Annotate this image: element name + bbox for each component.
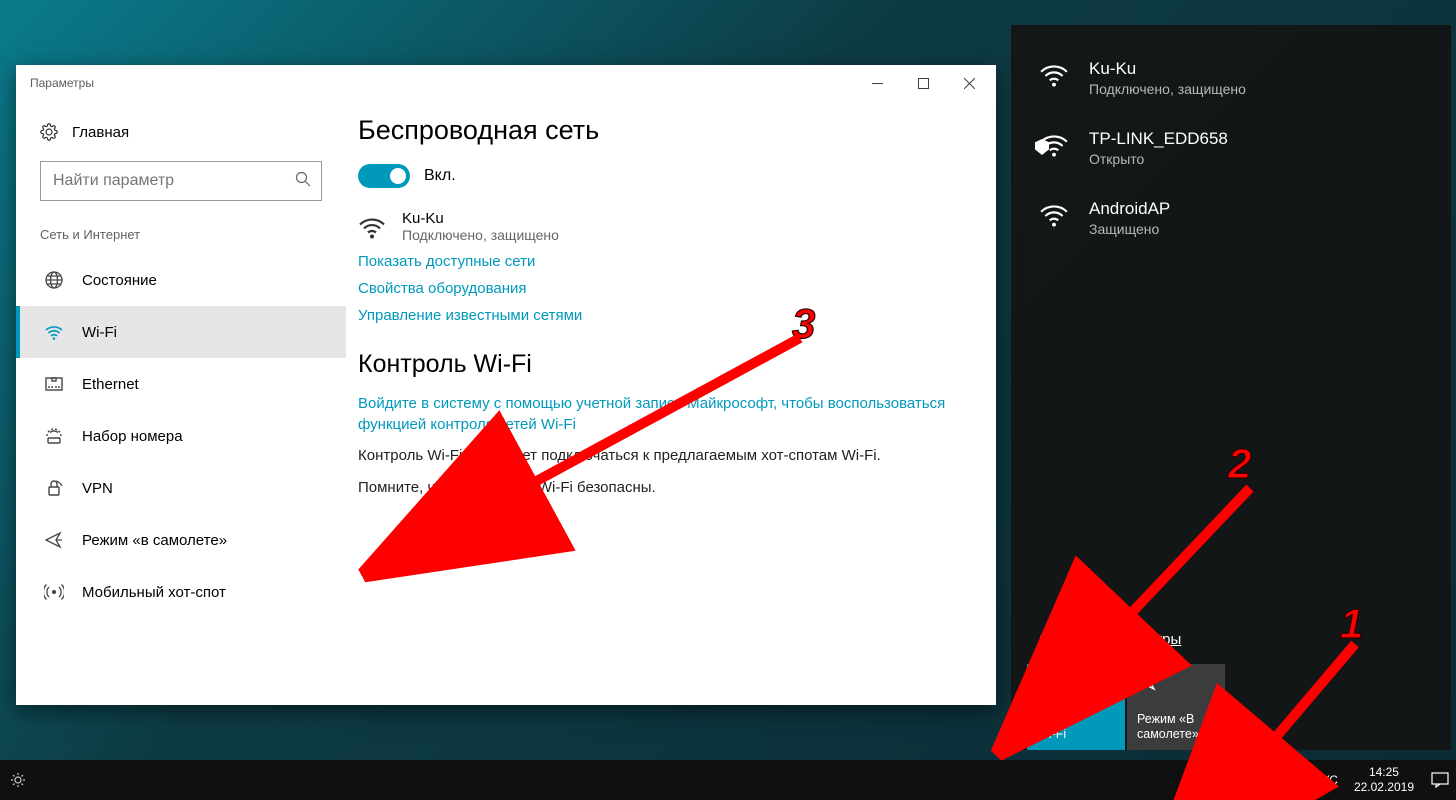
maximize-icon [918, 78, 929, 89]
flyout-network-settings-link[interactable]: Сетевые параметры [1011, 631, 1451, 664]
minimize-button[interactable] [854, 65, 900, 101]
clock-date: 22.02.2019 [1354, 780, 1414, 795]
taskbar: РУС 14:25 22.02.2019 [0, 760, 1456, 800]
home-label: Главная [72, 124, 129, 141]
nav-item-vpn[interactable]: VPN [16, 462, 346, 514]
tray-battery-icon[interactable] [1224, 760, 1246, 800]
close-button[interactable] [946, 65, 992, 101]
flyout-tiles: Wi-Fi Режим «В самолете» [1011, 664, 1451, 750]
link-hardware-properties[interactable]: Свойства оборудования [358, 280, 960, 297]
action-center-button[interactable] [1424, 760, 1456, 800]
search-box[interactable] [40, 161, 322, 201]
nav-label: VPN [82, 480, 113, 497]
wifi-icon [1037, 672, 1115, 698]
wifi-icon [1039, 132, 1069, 167]
tile-wifi[interactable]: Wi-Fi [1027, 664, 1125, 750]
flyout-network-item[interactable]: TP-LINK_EDD658 Открыто [1011, 115, 1451, 185]
search-icon [295, 171, 311, 192]
nav-label: Wi-Fi [82, 324, 117, 341]
clock-time: 14:25 [1354, 765, 1414, 780]
nav-label: Состояние [82, 272, 157, 289]
nav-item-hotspot[interactable]: Мобильный хот-спот [16, 566, 346, 618]
flyout-net-sub: Подключено, защищено [1089, 81, 1246, 97]
content-pane: Беспроводная сеть Вкл. Ku-Ku Подключено,… [346, 101, 996, 705]
ethernet-icon [44, 374, 64, 394]
vpn-icon [44, 478, 64, 498]
tray-chevron-up-icon[interactable] [1194, 760, 1216, 800]
hotspot-icon [44, 582, 64, 602]
nav-item-ethernet[interactable]: Ethernet [16, 358, 346, 410]
current-network-status: Подключено, защищено [402, 227, 559, 243]
home-row[interactable]: Главная [16, 115, 346, 155]
section-label: Сеть и Интернет [16, 219, 346, 254]
tile-wifi-label: Wi-Fi [1037, 727, 1115, 742]
annotation-2: 2 [1228, 440, 1251, 488]
body-text-2: Помните, что не все сети Wi-Fi безопасны… [358, 477, 960, 499]
body-text-1: Контроль Wi-Fi позволяет подключаться к … [358, 445, 960, 467]
tray-language[interactable]: РУС [1314, 773, 1338, 787]
nav-item-status[interactable]: Состояние [16, 254, 346, 306]
nav-label: Ethernet [82, 376, 139, 393]
gear-icon [10, 772, 26, 788]
sidebar: Главная Сеть и Интернет Состояние Wi-Fi [16, 101, 346, 705]
flyout-network-item[interactable]: Ku-Ku Подключено, защищено [1011, 45, 1451, 115]
search-input[interactable] [53, 172, 295, 190]
taskbar-left-icon[interactable] [0, 760, 36, 800]
notification-icon [1431, 772, 1449, 788]
window-controls [854, 65, 992, 101]
airplane-icon [1137, 672, 1215, 698]
gear-icon [40, 123, 58, 141]
wifi-icon [358, 212, 386, 243]
maximize-button[interactable] [900, 65, 946, 101]
wifi-icon [44, 322, 64, 342]
tile-airplane-label: Режим «В самолете» [1137, 712, 1215, 742]
dialup-icon [44, 426, 64, 446]
wifi-toggle[interactable] [358, 164, 410, 188]
tray-wifi-icon[interactable] [1254, 760, 1276, 800]
minimize-icon [872, 78, 883, 89]
system-tray: РУС [1184, 760, 1344, 800]
wifi-icon [1039, 62, 1069, 97]
annotation-1: 1 [1340, 600, 1363, 648]
airplane-icon [44, 530, 64, 550]
toggle-label: Вкл. [424, 167, 456, 185]
nav-label: Набор номера [82, 428, 183, 445]
annotation-3: 3 [792, 300, 815, 348]
flyout-net-name: Ku-Ku [1089, 59, 1246, 79]
taskbar-clock[interactable]: 14:25 22.02.2019 [1344, 760, 1424, 800]
flyout-net-sub: Защищено [1089, 221, 1170, 237]
flyout-net-sub: Открыто [1089, 151, 1228, 167]
tray-volume-icon[interactable] [1284, 760, 1306, 800]
flyout-network-item[interactable]: AndroidAP Защищено [1011, 185, 1451, 255]
settings-body: Главная Сеть и Интернет Состояние Wi-Fi [16, 101, 996, 705]
current-network-block[interactable]: Ku-Ku Подключено, защищено [358, 210, 960, 243]
nav-item-dialup[interactable]: Набор номера [16, 410, 346, 462]
globe-icon [44, 270, 64, 290]
nav-label: Мобильный хот-спот [82, 584, 226, 601]
window-title: Параметры [30, 76, 94, 90]
link-signin-msa[interactable]: Войдите в систему с помощью учетной запи… [358, 393, 960, 435]
flyout-net-name: AndroidAP [1089, 199, 1170, 219]
nav-item-airplane[interactable]: Режим «в самолете» [16, 514, 346, 566]
page-heading: Беспроводная сеть [358, 115, 960, 146]
nav-label: Режим «в самолете» [82, 532, 227, 549]
link-manage-known-networks[interactable]: Управление известными сетями [358, 307, 960, 324]
titlebar: Параметры [16, 65, 996, 101]
nav-item-wifi[interactable]: Wi-Fi [16, 306, 346, 358]
settings-window: Параметры Главная Се [16, 65, 996, 705]
link-show-available[interactable]: Показать доступные сети [358, 253, 960, 270]
network-flyout: Ku-Ku Подключено, защищено TP-LINK_EDD65… [1011, 25, 1451, 750]
wifi-toggle-row: Вкл. [358, 164, 960, 188]
flyout-net-name: TP-LINK_EDD658 [1089, 129, 1228, 149]
section-heading: Контроль Wi-Fi [358, 350, 960, 379]
tile-airplane[interactable]: Режим «В самолете» [1127, 664, 1225, 750]
close-icon [964, 78, 975, 89]
current-network-name: Ku-Ku [402, 210, 559, 227]
wifi-icon [1039, 202, 1069, 237]
